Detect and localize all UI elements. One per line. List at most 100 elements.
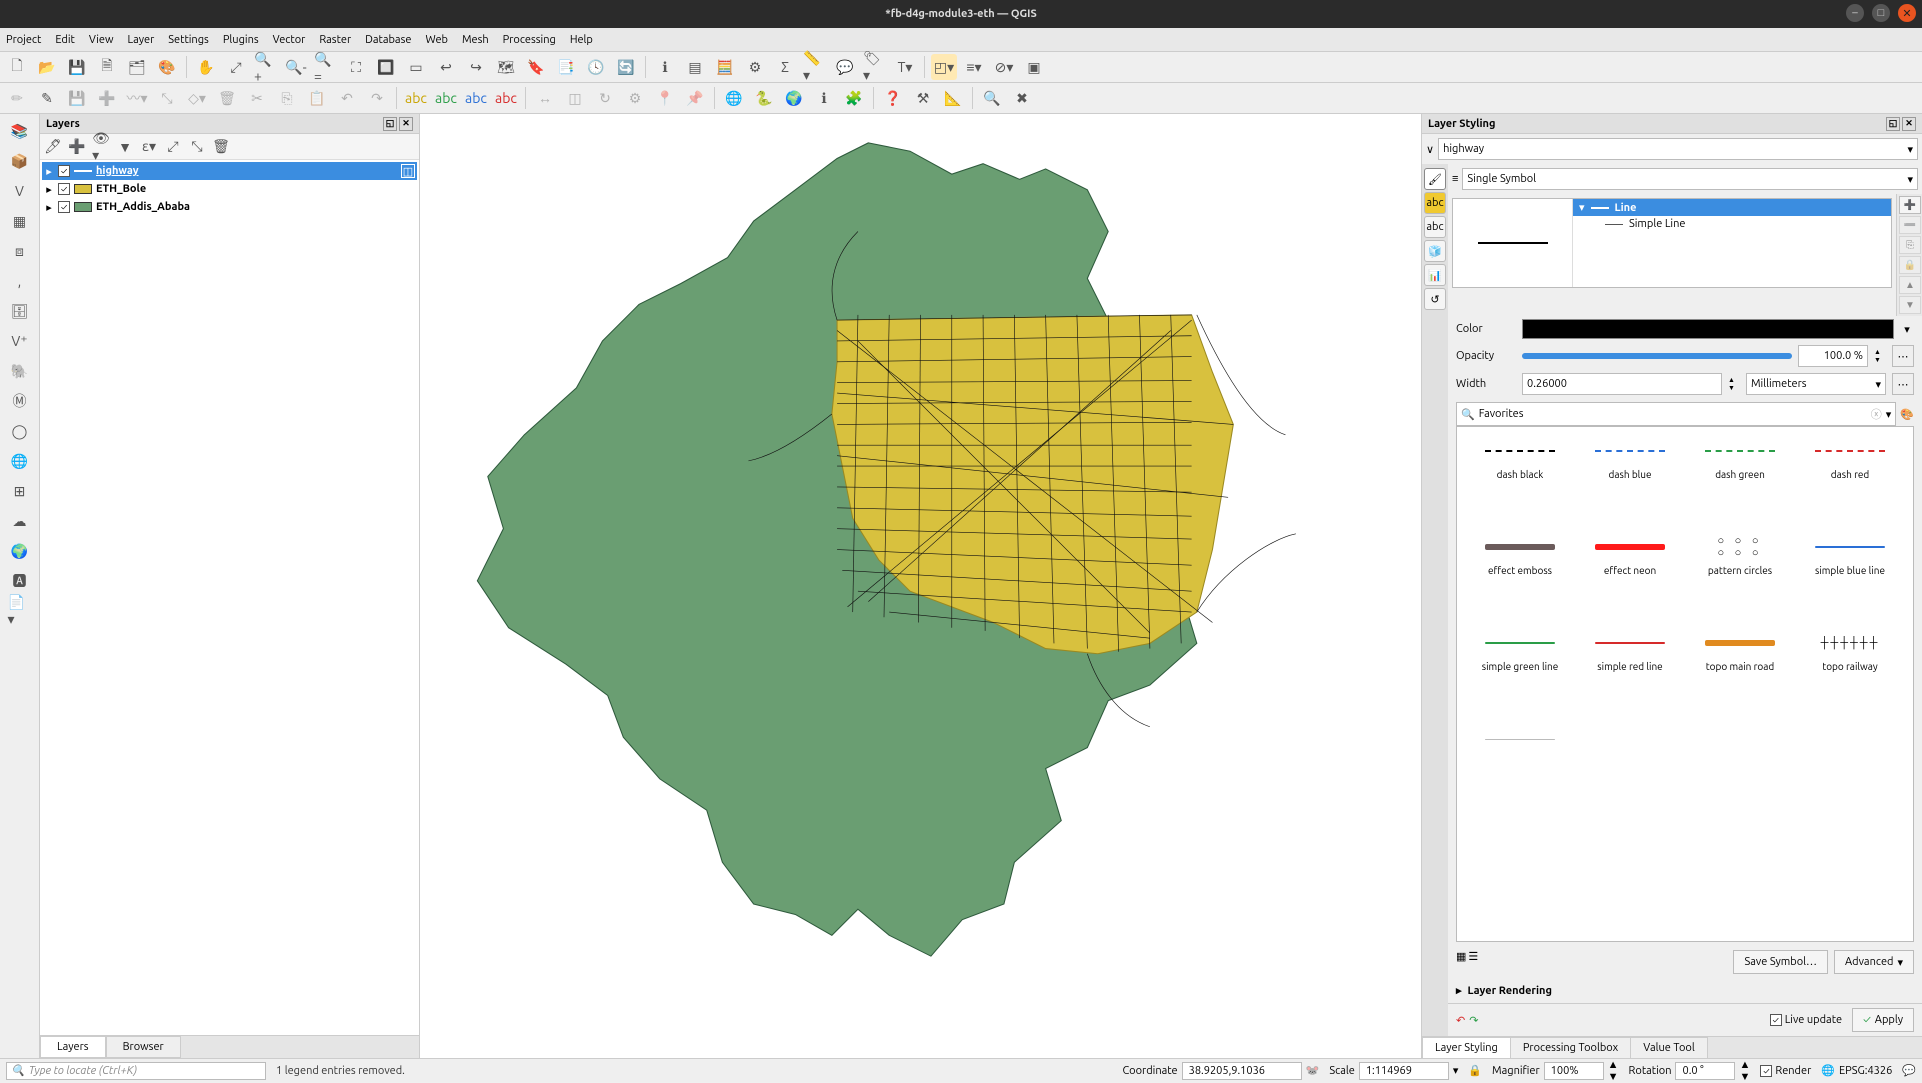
label-rotate-icon[interactable]: ↻ [592,85,618,111]
text-annotation-icon[interactable]: T▾ [892,54,918,80]
add-feature-icon[interactable]: ➕ [94,85,120,111]
add-wcs-icon[interactable]: ☁ [7,508,33,534]
new-geopackage-icon[interactable]: 📦 [7,148,33,174]
layer-row-bole[interactable]: ▸ ✓ ETH_Bole [42,180,417,198]
search-dropdown-icon[interactable]: ▾ [1886,408,1892,421]
layer-rendering-section[interactable]: ▸ Layer Rendering [1448,978,1922,1003]
zoom-last-icon[interactable]: ↩ [433,54,459,80]
annotation-icon[interactable]: 🏷▾ [862,54,888,80]
opacity-value[interactable]: 100.0 % [1798,345,1868,367]
layer-expression-icon[interactable]: ε▾ [140,138,158,156]
layer-row-highway[interactable]: ▸ ✓ highway ◫ [42,162,417,180]
clear-search-icon[interactable]: ⓧ [1871,406,1882,422]
duplicate-symbol-layer-icon[interactable]: ⎘ [1899,236,1921,254]
swatch-item[interactable]: effect emboss [1469,535,1571,623]
layer-collapse-icon[interactable]: ⤡ [188,138,206,156]
add-raster-icon[interactable]: ▦ [7,208,33,234]
temporal-icon[interactable]: 🕓 [583,54,609,80]
icon-view-icon[interactable]: ▦ [1456,950,1466,974]
menu-plugins[interactable]: Plugins [223,34,259,46]
menu-raster[interactable]: Raster [319,34,351,46]
add-oracle-icon[interactable]: ◯ [7,418,33,444]
tab-labels-icon[interactable]: abc [1424,192,1446,214]
apply-button[interactable]: ✓Apply [1852,1008,1914,1032]
menu-edit[interactable]: Edit [55,34,75,46]
swatch-item[interactable]: simple green line [1469,631,1571,719]
layer-selector[interactable]: highway▾ [1438,138,1918,160]
expand-toggle-icon[interactable]: ▸ [44,165,54,178]
symbol-tree[interactable]: ▾Line Simple Line [1573,199,1891,287]
layer-remove-icon[interactable]: 🗑 [212,138,230,156]
menu-project[interactable]: Project [6,34,41,46]
layer-indicator-icon[interactable]: ◫ [401,164,415,178]
unit-selector[interactable]: Millimeters▾ [1746,373,1886,395]
checkbox-bole[interactable]: ✓ [58,183,70,195]
renderer-selector[interactable]: Single Symbol▾ [1462,168,1918,190]
select-by-value-icon[interactable]: ≡▾ [961,54,987,80]
live-update-checkbox[interactable]: ✓Live update [1770,1014,1842,1026]
tab-symbology-icon[interactable]: 🖌 [1424,168,1446,190]
tree-line[interactable]: ▾Line [1573,199,1891,216]
expand-toggle-icon[interactable]: ▸ [44,201,54,214]
new-print-layout-icon[interactable]: 🗎 [94,54,120,80]
save-symbol-button[interactable]: Save Symbol… [1733,950,1828,974]
zoom-layer-icon[interactable]: ▭ [403,54,429,80]
tab-value-tool[interactable]: Value Tool [1630,1037,1708,1058]
label-abc-yellow-icon[interactable]: abc [403,85,429,111]
zoom-out-icon[interactable]: 🔍- [283,54,309,80]
crs-button[interactable]: 🌐EPSG:4326 [1821,1064,1892,1077]
open-data-source-icon[interactable]: 📚 [7,118,33,144]
panel-undock-icon[interactable]: ◱ [1886,117,1900,131]
menu-processing[interactable]: Processing [503,34,556,46]
zoom-in-icon[interactable]: 🔍+ [253,54,279,80]
add-postgis-icon[interactable]: 🐘 [7,358,33,384]
swatch-item[interactable]: effect neon [1579,535,1681,623]
remove-symbol-layer-icon[interactable]: ➖ [1899,216,1921,234]
field-calc-icon[interactable]: 🧮 [712,54,738,80]
map-canvas[interactable] [420,114,1422,1058]
zoom-full-icon[interactable]: ⛶ [343,54,369,80]
lock-symbol-layer-icon[interactable]: 🔒 [1899,256,1921,274]
advanced-button[interactable]: Advanced▾ [1834,950,1914,974]
coord-value[interactable]: 38.9205,9.1036 [1182,1062,1302,1080]
open-project-icon[interactable]: 📂 [34,54,60,80]
menu-view[interactable]: View [89,34,114,46]
new-map-view-icon[interactable]: 🗺 [493,54,519,80]
expand-toggle-icon[interactable]: ▸ [44,183,54,196]
toggle-editing-icon[interactable]: ✎ [34,85,60,111]
label-pin-icon[interactable]: 📍 [652,85,678,111]
label-abc-green-icon[interactable]: abc [433,85,459,111]
coord-toggle-icon[interactable]: 🐭 [1306,1064,1320,1077]
minimize-button[interactable]: – [1846,4,1864,22]
locator-input[interactable]: 🔍 Type to locate (Ctrl+K) [6,1062,266,1080]
menu-layer[interactable]: Layer [128,34,155,46]
layer-row-addis[interactable]: ▸ ✓ ETH_Addis_Ababa [42,198,417,216]
tab-3d-icon[interactable]: 🧊 [1424,240,1446,262]
swatch-item[interactable] [1469,727,1571,815]
style-manager-shortcut-icon[interactable]: 🎨 [1900,408,1914,421]
undo-icon[interactable]: ↶ [334,85,360,111]
label-diagram-icon[interactable]: ◫ [562,85,588,111]
add-afs-icon[interactable]: 🅰 [7,568,33,594]
width-dd-icon[interactable]: ⋯ [1892,373,1914,395]
help-panel-icon[interactable]: ❓ [880,85,906,111]
move-down-icon[interactable]: ▼ [1899,296,1921,314]
map-tips-icon[interactable]: 💬 [832,54,858,80]
tree-simple-line[interactable]: Simple Line [1573,216,1891,232]
magnifier-value[interactable]: 100% [1544,1062,1604,1080]
tool-a-icon[interactable]: ⚒ [910,85,936,111]
cut-icon[interactable]: ✂ [244,85,270,111]
layer-add-group-icon[interactable]: ➕ [68,138,86,156]
refresh-icon[interactable]: 🔄 [613,54,639,80]
new-project-icon[interactable]: 🗋 [4,54,30,80]
pan-icon[interactable]: ✋ [193,54,219,80]
add-delimited-icon[interactable]: , [7,268,33,294]
lock-scale-icon[interactable]: 🔒 [1468,1064,1482,1077]
add-virtual-icon[interactable]: V⁺ [7,328,33,354]
globe-icon[interactable]: 🌐 [721,85,747,111]
tab-layers[interactable]: Layers [40,1036,106,1058]
tab-browser[interactable]: Browser [106,1036,181,1058]
new-bookmark-icon[interactable]: 🔖 [523,54,549,80]
identify-icon[interactable]: ℹ [652,54,678,80]
redo-style-icon[interactable]: ↷ [1469,1014,1478,1027]
